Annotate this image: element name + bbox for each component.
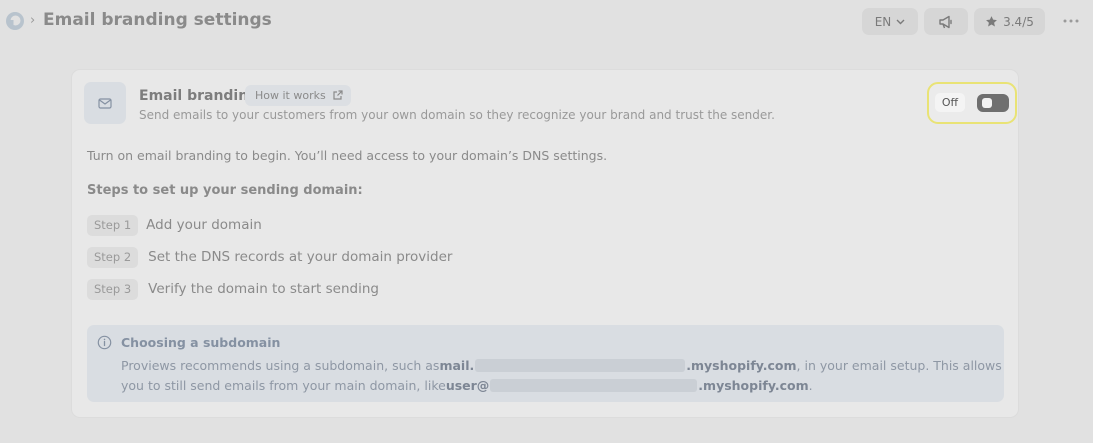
chevron-down-icon [896, 19, 905, 24]
how-it-works-link[interactable]: How it works [245, 85, 351, 106]
step-item: Step 1 Add your domain [87, 213, 262, 237]
step-item: Step 3 Verify the domain to start sendin… [87, 277, 379, 301]
step-text: Verify the domain to start sending [148, 281, 379, 297]
callout-line-1: Proviews recommends using a subdomain, s… [121, 358, 1002, 373]
language-label: EN [874, 14, 892, 29]
rating-button[interactable]: 3.4/5 [974, 8, 1045, 35]
callout-email-prefix: user@ [445, 378, 490, 393]
step-badge: Step 1 [87, 214, 139, 236]
steps-heading: Steps to set up your sending domain: [87, 183, 363, 198]
top-bar: › Email branding settings EN 3.4/5 [0, 0, 1093, 44]
how-it-works-label: How it works [255, 89, 326, 102]
mail-icon [98, 97, 112, 109]
info-icon [97, 335, 112, 350]
callout-text: , in your email setup. This allows [796, 358, 1002, 373]
more-options-button[interactable] [1060, 13, 1082, 29]
callout-domain-suffix: .myshopify.com [686, 358, 797, 373]
email-branding-toggle-group: Off [927, 82, 1017, 124]
step-item: Step 2 Set the DNS records at your domai… [87, 245, 452, 269]
redacted-store-name [490, 379, 698, 392]
external-link-icon [333, 90, 343, 100]
mail-icon-tile [84, 82, 126, 124]
app-logo-icon[interactable] [5, 11, 25, 31]
email-branding-card: Email branding How it works Send emails … [71, 69, 1019, 418]
intro-text: Turn on email branding to begin. You’ll … [87, 148, 608, 163]
redacted-store-name [475, 359, 686, 372]
announcements-button[interactable] [924, 8, 968, 35]
card-description: Send emails to your customers from your … [139, 108, 775, 122]
breadcrumb-separator: › [30, 13, 36, 28]
star-icon [986, 16, 998, 27]
toggle-status-label: Off [935, 93, 965, 112]
callout-title: Choosing a subdomain [121, 335, 281, 350]
subdomain-callout: Choosing a subdomain Proviews recommends… [87, 325, 1004, 402]
step-badge: Step 3 [87, 278, 139, 300]
callout-text: Proviews recommends using a subdomain, s… [121, 358, 440, 373]
step-text: Set the DNS records at your domain provi… [148, 249, 453, 265]
language-selector[interactable]: EN [862, 8, 918, 35]
callout-text: . [808, 378, 813, 393]
card-title: Email branding [139, 88, 259, 104]
more-horizontal-icon [1063, 19, 1079, 23]
callout-text: you to still send emails from your main … [121, 378, 446, 393]
callout-line-2: you to still send emails from your main … [121, 378, 813, 393]
rating-value: 3.4/5 [1003, 14, 1034, 29]
page-title: Email branding settings [43, 10, 272, 30]
email-branding-switch[interactable] [977, 94, 1009, 112]
megaphone-icon [939, 15, 952, 28]
switch-knob [982, 98, 992, 108]
step-text: Add your domain [146, 217, 262, 233]
callout-domain-suffix: .myshopify.com [698, 378, 809, 393]
callout-domain-prefix: mail. [439, 358, 475, 373]
step-badge: Step 2 [87, 246, 139, 268]
